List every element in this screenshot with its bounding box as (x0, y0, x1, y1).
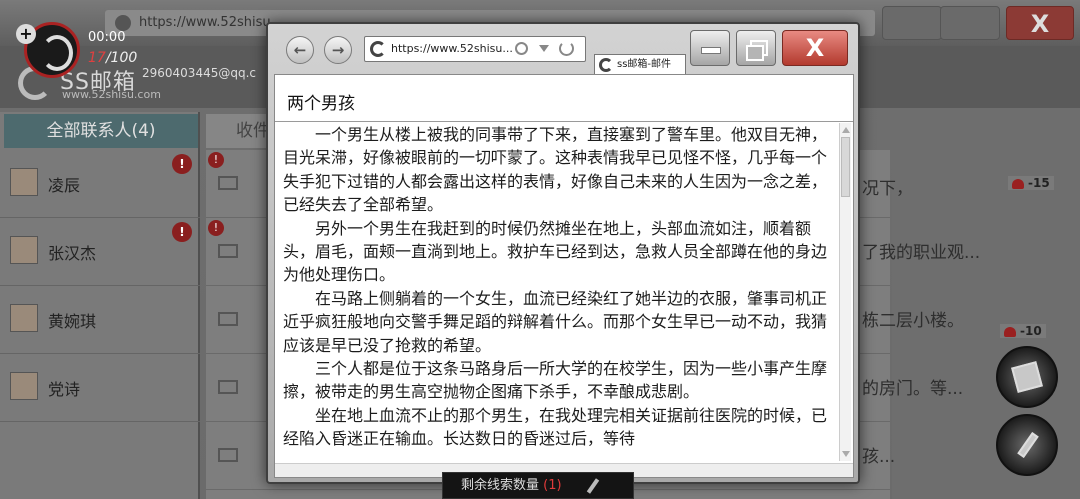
contact-item: 党诗 (0, 354, 200, 422)
avatar (10, 168, 38, 196)
background-minimize-button (882, 6, 942, 40)
alert-badge-icon: ! (208, 152, 224, 168)
contact-item: 凌辰 ! (0, 150, 200, 218)
envelope-icon (218, 244, 238, 258)
blood-drop-icon (1004, 326, 1016, 337)
background-maximize-button (940, 6, 1000, 40)
forward-button[interactable]: → (324, 36, 352, 64)
envelope-icon (218, 380, 238, 394)
tab-mail[interactable]: ss邮箱-邮件 (594, 54, 686, 76)
pen-icon (1017, 432, 1039, 458)
avatar (10, 236, 38, 264)
contact-name: 张汉杰 (48, 244, 97, 263)
minimize-button[interactable] (690, 30, 730, 66)
tab-all-contacts: 全部联系人(4) (4, 114, 198, 148)
account-email: 2960403445@qq.c (142, 66, 256, 80)
close-button[interactable]: X (782, 30, 848, 66)
mail-body: 一个男生从楼上被我的同事带了下来，直接塞到了警车里。他双目无神，目光呆滞，好像被… (283, 123, 835, 461)
mail-snippet: 了我的职业观... (862, 243, 981, 263)
cost-tag: -15 (1008, 176, 1054, 190)
scroll-up-icon[interactable] (842, 127, 850, 133)
scroll-thumb[interactable] (841, 137, 850, 197)
mail-browser-window: ← → https://www.52shisu... ss邮箱-邮件 X 两个男… (266, 22, 860, 484)
mail-paragraph: 在马路上侧躺着的一个女生，血流已经染红了她半边的衣服，肇事司机正近乎疯狂般地向交… (283, 288, 828, 355)
timer: 00:00 (88, 30, 126, 45)
background-close-button: X (1006, 6, 1074, 40)
contact-item: 黄婉琪 (0, 286, 200, 354)
clues-count: (1) (543, 478, 562, 493)
alert-badge-icon: ! (208, 220, 224, 236)
back-button[interactable]: ← (286, 36, 314, 64)
contact-name: 黄婉琪 (48, 312, 97, 331)
mail-content-panel: 两个男孩 一个男生从楼上被我的同事带了下来，直接塞到了警车里。他双目无神，目光呆… (274, 74, 854, 478)
mail-snippet: 的房门。等... (862, 379, 964, 399)
address-bar[interactable]: https://www.52shisu... (364, 36, 586, 62)
mail-paragraph: 三个人都是位于这条马路身后一所大学的在校学生，因为一些小事产生摩擦，被带走的男生… (283, 359, 828, 402)
envelope-icon (218, 312, 238, 326)
avatar (10, 372, 38, 400)
progress-counter: 17/100 (88, 50, 138, 66)
mail-paragraph: 一个男生从楼上被我的同事带了下来，直接塞到了警车里。他双目无神，目光呆滞，好像被… (283, 125, 828, 215)
pen-icon (586, 478, 600, 494)
maximize-button[interactable] (736, 30, 776, 66)
mail-snippet: 孩... (862, 447, 896, 467)
scroll-down-icon[interactable] (842, 451, 850, 457)
refresh-icon[interactable] (559, 41, 574, 56)
add-button[interactable]: + (16, 24, 36, 44)
search-icon[interactable] (515, 42, 528, 55)
mail-snippet: 况下， (862, 179, 913, 199)
tab-label: ss邮箱-邮件 (617, 59, 672, 70)
divider (275, 121, 853, 122)
site-logo-icon (115, 15, 131, 31)
envelope-icon (218, 176, 238, 190)
clues-label: 剩余线索数量 (461, 478, 540, 493)
site-logo-icon (599, 58, 613, 72)
game-screen: https://www.52shisu X SS邮箱 www.52shisu.c… (0, 0, 1080, 499)
contact-name: 凌辰 (48, 176, 81, 195)
avatar (10, 304, 38, 332)
brand-url: www.52shisu.com (62, 88, 161, 101)
vertical-scrollbar[interactable] (839, 123, 851, 461)
alert-badge-icon: ! (172, 222, 192, 242)
address-url: https://www.52shisu... (391, 42, 513, 55)
notes-tool-button[interactable] (996, 346, 1058, 408)
envelope-icon (218, 448, 238, 462)
mail-snippet: 栋二层小楼。 (862, 311, 964, 331)
edit-tool-button[interactable] (996, 414, 1058, 476)
blood-drop-icon (1012, 178, 1024, 189)
cost-tag: -10 (1000, 324, 1046, 338)
mail-subject: 两个男孩 (287, 94, 355, 114)
mail-paragraph: 坐在地上血流不止的那个男生，在我处理完相关证据前往医院的时候，已经陷入昏迷正在输… (283, 405, 828, 449)
background-url: https://www.52shisu (139, 15, 271, 30)
alert-badge-icon: ! (172, 154, 192, 174)
contact-name: 党诗 (48, 380, 81, 399)
site-logo-icon (370, 41, 386, 57)
contact-item: 张汉杰 ! (0, 218, 200, 286)
remaining-clues-counter: 剩余线索数量 (1) (442, 472, 634, 499)
notes-icon (1011, 361, 1043, 393)
mail-paragraph: 另外一个男生在我赶到的时候仍然摊坐在地上，头部血流如注，顺着额头，眉毛，面颊一直… (283, 218, 828, 285)
chevron-down-icon[interactable] (539, 45, 549, 52)
